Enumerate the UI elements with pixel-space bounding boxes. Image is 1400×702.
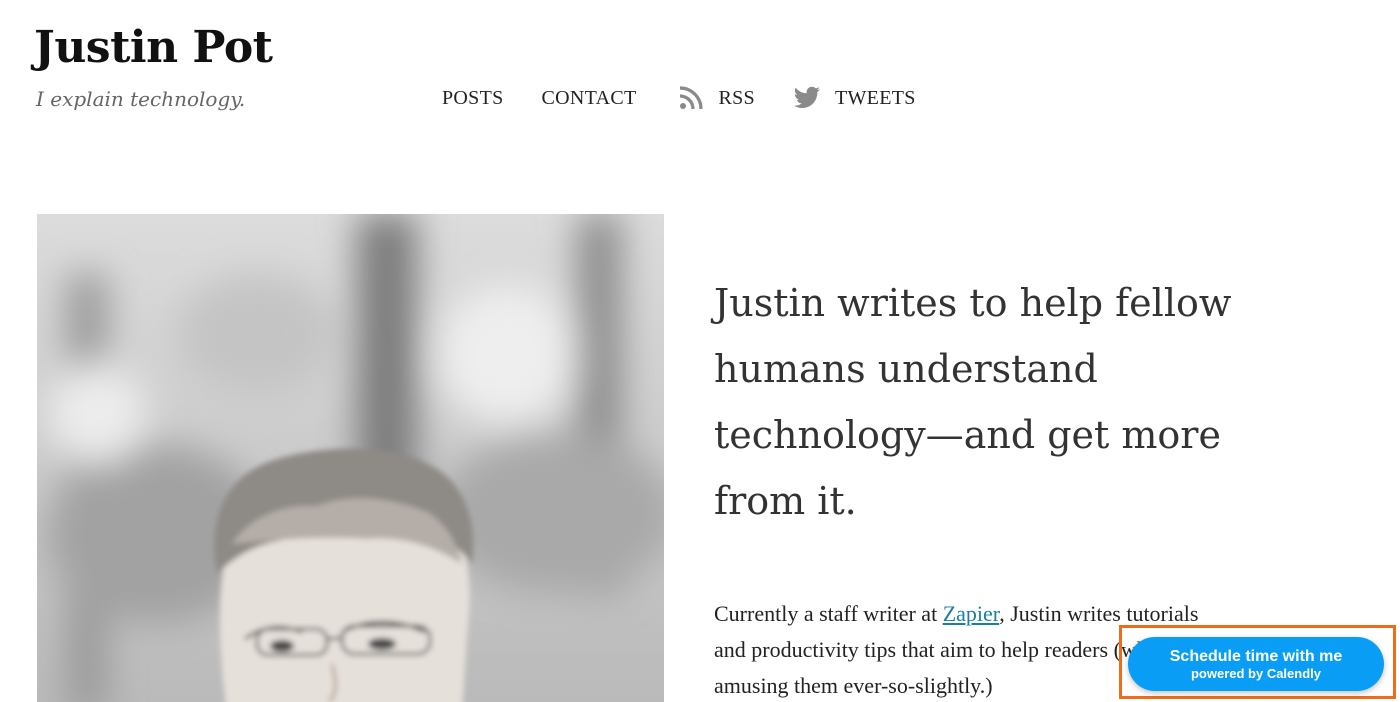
nav-item-rss-label: RSS (718, 87, 755, 109)
schedule-time-label: Schedule time with me (1169, 647, 1343, 665)
nav-item-posts-label: POSTS (442, 87, 504, 109)
nav-item-tweets[interactable]: TWEETS (793, 84, 916, 112)
site-title[interactable]: Justin Pot (34, 18, 273, 78)
nav-item-contact[interactable]: CONTACT (542, 84, 637, 112)
twitter-bird-icon (793, 86, 821, 110)
site-tagline: I explain technology. (36, 87, 246, 111)
nav-item-rss[interactable]: RSS (678, 84, 755, 112)
schedule-time-button[interactable]: Schedule time with me powered by Calendl… (1128, 637, 1384, 691)
rss-icon (678, 85, 704, 111)
bio-text-before-link: Currently a staff writer at (714, 601, 943, 626)
profile-photo (37, 214, 664, 702)
zapier-link[interactable]: Zapier (943, 601, 1000, 626)
hero-headline: Justin writes to help fellow humans unde… (714, 281, 1232, 523)
main-nav: POSTS CONTACT RSS TWEETS (442, 84, 954, 112)
powered-by-calendly-label: powered by Calendly (1190, 665, 1322, 681)
nav-item-contact-label: CONTACT (541, 87, 637, 109)
nav-item-posts[interactable]: POSTS (442, 84, 504, 112)
nav-item-tweets-label: TWEETS (834, 87, 916, 109)
